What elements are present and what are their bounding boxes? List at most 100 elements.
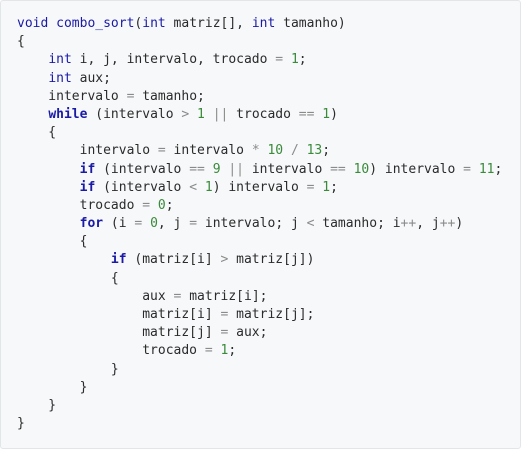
code-line: if (intervalo == 9 || intervalo == 10) i… xyxy=(17,161,503,179)
code-text: ; xyxy=(494,161,503,177)
code-operator: / xyxy=(290,143,299,159)
code-text: (intervalo xyxy=(95,179,190,195)
code-line: void combo_sort(int matriz[], int tamanh… xyxy=(17,15,502,33)
code-text: (intervalo xyxy=(87,106,182,122)
code-line: } xyxy=(17,397,502,415)
code-line: trocado = 0; xyxy=(17,197,502,215)
code-line: intervalo = intervalo * 10 / 13; xyxy=(17,142,502,160)
code-operator: = xyxy=(463,161,471,177)
code-line: { xyxy=(17,233,502,251)
code-keyword: int xyxy=(251,16,276,31)
code-text: , j xyxy=(157,216,190,232)
code-text: matriz[], xyxy=(165,16,252,31)
code-operator: == xyxy=(189,161,205,177)
code-text: matriz[i]; xyxy=(181,288,268,304)
code-operator: ++ xyxy=(439,216,456,232)
code-operator: = xyxy=(157,143,166,159)
code-text: , j xyxy=(416,216,440,232)
code-text: ; xyxy=(298,52,307,68)
code-operator: = xyxy=(275,52,284,68)
code-operator: == xyxy=(330,161,346,177)
code-number: 13 xyxy=(306,143,323,159)
code-keyword: while xyxy=(48,106,88,122)
code-operator: ++ xyxy=(400,216,417,232)
code-line: if (intervalo < 1) intervalo = 1; xyxy=(17,179,502,197)
code-text: ; xyxy=(330,179,338,195)
code-text: matriz[j]; xyxy=(228,307,315,322)
code-line: matriz[i] = matriz[j]; xyxy=(17,306,502,324)
code-text: ; xyxy=(322,143,331,159)
code-text: } xyxy=(17,397,57,413)
code-number: 11 xyxy=(478,161,495,177)
code-text: intervalo xyxy=(17,143,158,159)
code-keyword: int xyxy=(142,16,166,31)
code-text: intervalo xyxy=(165,143,252,159)
code-number: 9 xyxy=(212,161,221,177)
code-text: intervalo xyxy=(17,88,127,104)
code-number: 1 xyxy=(197,106,205,122)
code-text: trocado xyxy=(228,106,299,122)
code-text: tamanho) xyxy=(275,16,346,31)
code-operator: = xyxy=(142,197,151,213)
code-line: trocado = 1; xyxy=(17,342,502,360)
code-text: i, j, intervalo, trocado xyxy=(71,52,276,68)
code-text: { xyxy=(17,270,119,286)
code-text: intervalo xyxy=(244,161,331,177)
code-line: for (i = 0, j = intervalo; j < tamanho; … xyxy=(17,215,502,233)
code-text: intervalo; j xyxy=(197,216,307,232)
code-text: tamanho; i xyxy=(314,216,401,232)
code-keyword: for xyxy=(79,216,104,232)
code-text: aux; xyxy=(71,70,111,86)
code-text: (intervalo xyxy=(95,161,190,177)
code-line: if (matriz[i] > matriz[j]) xyxy=(17,251,502,269)
code-number: 1 xyxy=(322,106,331,122)
code-number: 1 xyxy=(290,52,299,68)
code-text: ; xyxy=(228,343,237,359)
code-keyword: void xyxy=(17,16,49,31)
code-operator: = xyxy=(189,216,198,232)
code-line: } xyxy=(17,415,502,433)
code-line: int i, j, intervalo, trocado = 1; xyxy=(17,51,502,69)
code-number: 0 xyxy=(150,216,158,232)
code-text: } xyxy=(17,361,119,377)
code-block: void combo_sort(int matriz[], int tamanh… xyxy=(0,0,521,449)
code-text: ) intervalo xyxy=(369,161,464,177)
code-text: { xyxy=(17,125,57,141)
code-text: aux xyxy=(17,288,174,304)
code-line: } xyxy=(17,361,502,379)
code-operator: || xyxy=(228,161,244,177)
code-text: matriz[i] xyxy=(17,307,221,322)
code-text: aux; xyxy=(228,325,268,341)
code-line: { xyxy=(17,124,502,142)
code-keyword: if xyxy=(110,252,127,268)
code-text: matriz[j]) xyxy=(228,252,315,268)
code-listing: void combo_sort(int matriz[], int tamanh… xyxy=(17,15,502,433)
code-operator: = xyxy=(204,343,213,359)
code-line: aux = matriz[i]; xyxy=(17,288,502,306)
code-operator: || xyxy=(212,106,229,122)
code-text: trocado xyxy=(17,343,205,359)
code-line: intervalo = tamanho; xyxy=(17,88,502,106)
code-text: ; xyxy=(165,197,174,213)
code-text: trocado xyxy=(17,197,143,213)
code-text: matriz[j] xyxy=(17,325,221,341)
code-text: (i xyxy=(103,216,135,232)
code-line: { xyxy=(17,33,502,51)
code-line: } xyxy=(17,379,502,397)
